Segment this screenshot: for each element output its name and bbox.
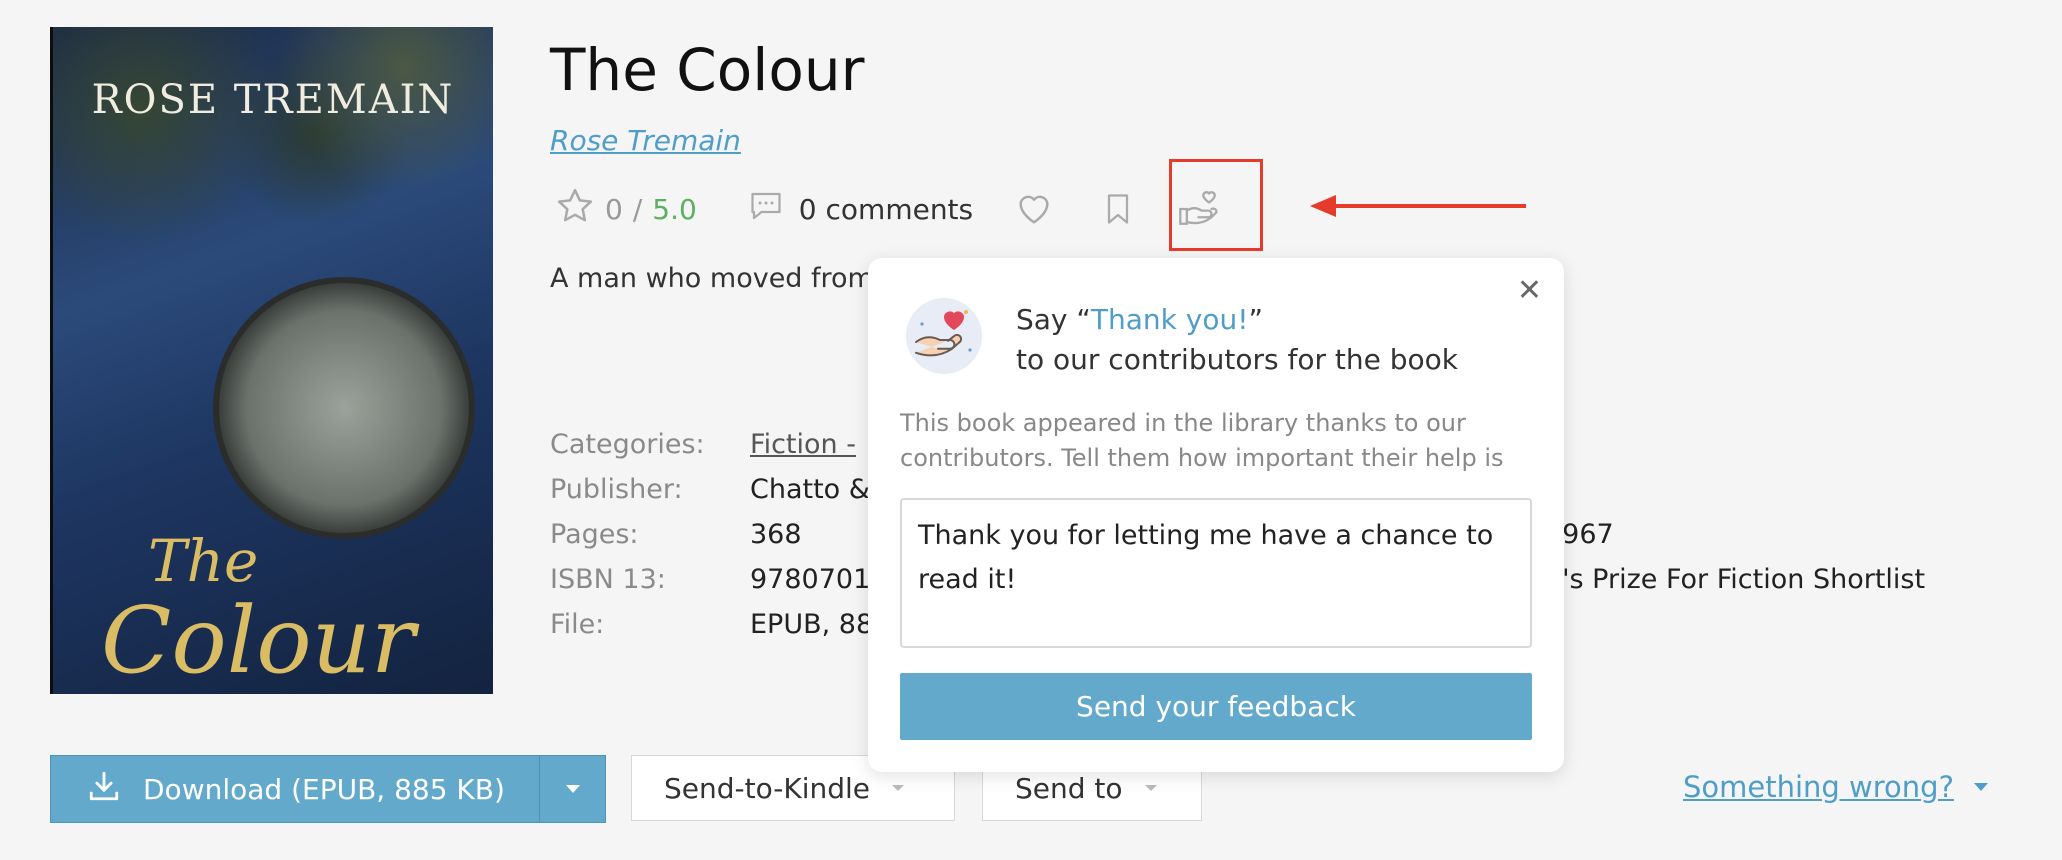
detail-row-publisher: Publisher: Chatto & <box>550 467 905 512</box>
book-meta-row: 0 / 5.0 0 comments <box>555 186 1223 232</box>
download-icon <box>87 769 121 810</box>
detail-label: ISBN 13: <box>550 564 666 595</box>
comment-icon <box>747 188 785 231</box>
popup-say: Say “ <box>1016 303 1091 336</box>
send-to-kindle-label: Send-to-Kindle <box>664 771 871 805</box>
rating-separator: / <box>632 192 643 226</box>
download-button[interactable]: Download (EPUB, 885 KB) <box>51 756 540 822</box>
cover-title-line2: Colour <box>101 587 415 694</box>
popup-close-quote: ” <box>1248 303 1263 336</box>
detail-value: 2967 <box>1545 519 1614 550</box>
book-details-right: 2967 n's Prize For Fiction Shortlist <box>1545 512 1925 602</box>
detail-value-link[interactable]: Fiction - <box>750 429 856 460</box>
download-label: Download (EPUB, 885 KB) <box>143 772 505 806</box>
red-arrow-icon <box>1310 195 1526 217</box>
feedback-textarea[interactable]: Thank you for letting me have a chance t… <box>900 498 1532 648</box>
download-button-group: Download (EPUB, 885 KB) <box>50 755 606 823</box>
heart-icon[interactable] <box>1011 186 1057 232</box>
detail-value: n's Prize For Fiction Shortlist <box>1545 564 1926 595</box>
detail-row-file: File: EPUB, 88 <box>550 602 905 647</box>
detail-label: Categories: <box>550 429 705 460</box>
something-wrong-label: Something wrong? <box>1683 770 1954 804</box>
popup-heading-line2: to our contributors for the book <box>1016 343 1458 376</box>
book-author-link[interactable]: Rose Tremain <box>550 124 741 157</box>
popup-thank-you: Thank you! <box>1090 303 1249 336</box>
comments-count: 0 comments <box>798 192 974 226</box>
popup-info-text: This book appeared in the library thanks… <box>900 409 1504 472</box>
comments-link[interactable]: 0 comments <box>747 188 973 231</box>
detail-row-pages: Pages: 368 <box>550 512 905 557</box>
detail-label: File: <box>550 609 605 640</box>
something-wrong-link[interactable]: Something wrong? <box>1683 770 1990 804</box>
cover-background <box>53 27 493 294</box>
highlight-box <box>1169 159 1263 251</box>
rating-max: 5.0 <box>652 192 697 226</box>
detail-value: Chatto & <box>750 474 870 505</box>
caret-down-icon <box>565 785 580 793</box>
send-to-label: Send to <box>1015 771 1123 805</box>
send-feedback-button[interactable]: Send your feedback <box>900 673 1532 740</box>
detail-label: Publisher: <box>550 474 683 505</box>
popup-heading: Say “Thank you!” to our contributors for… <box>1016 300 1458 380</box>
bookmark-icon[interactable] <box>1095 186 1141 232</box>
book-details: Categories: Fiction - Publisher: Chatto … <box>550 422 905 647</box>
detail-row-categories: Categories: Fiction - <box>550 422 905 467</box>
cover-gold-pan <box>213 277 475 539</box>
detail-value: 368 <box>750 519 802 550</box>
book-cover[interactable]: ROSE TREMAIN The Colour <box>50 27 493 694</box>
star-icon[interactable] <box>555 186 595 233</box>
close-icon[interactable]: ✕ <box>1517 276 1542 306</box>
cover-title-line1: The <box>148 527 259 595</box>
detail-value: EPUB, 88 <box>750 609 874 640</box>
hand-heart-icon <box>906 298 982 374</box>
detail-row-isbn: ISBN 13: 978070117 <box>550 557 905 602</box>
rating-value: 0 <box>605 192 623 226</box>
rating[interactable]: 0 / 5.0 <box>555 186 697 233</box>
cover-author-text: ROSE TREMAIN <box>91 77 455 123</box>
caret-down-icon <box>1144 785 1157 791</box>
detail-label: Pages: <box>550 519 639 550</box>
caret-down-icon <box>892 785 905 791</box>
thank-you-popup: ✕ Say “Thank you!” to our contributors f… <box>868 258 1564 772</box>
book-title: The Colour <box>550 36 865 104</box>
caret-down-icon <box>1973 783 1988 791</box>
download-dropdown-toggle[interactable] <box>540 756 605 822</box>
